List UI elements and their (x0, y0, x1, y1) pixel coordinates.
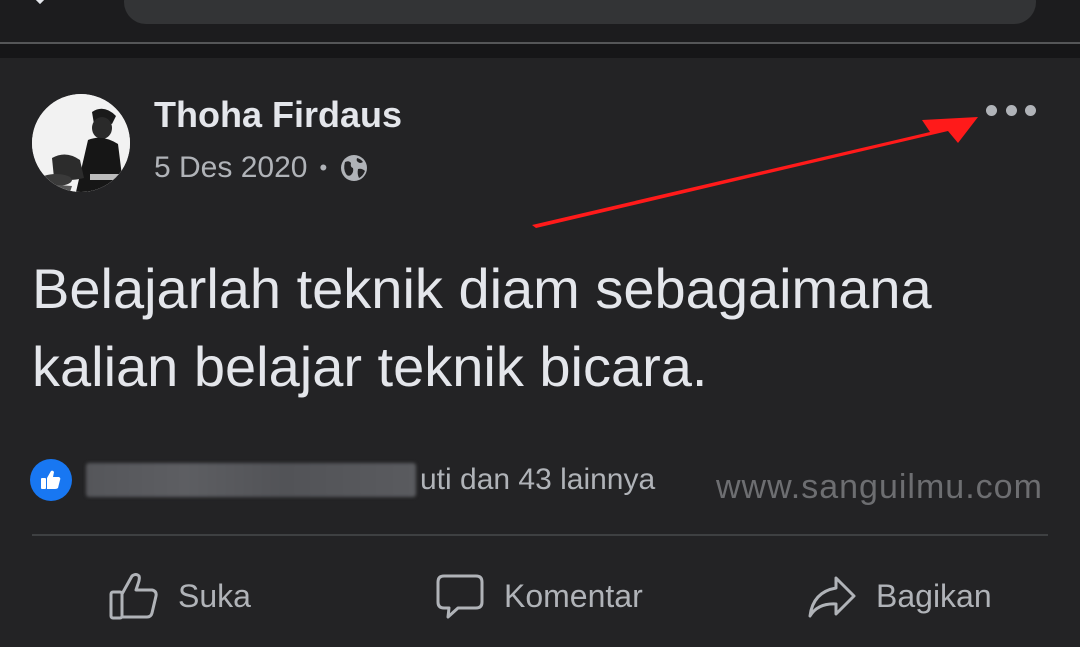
like-icon (41, 470, 61, 489)
share-icon (808, 576, 856, 618)
dot-icon (986, 104, 997, 116)
globe-icon (341, 155, 368, 181)
reaction-count-text: uti dan 43 lainnya (420, 463, 656, 496)
dot-icon (1005, 104, 1017, 116)
comment-label: Komentar (504, 577, 643, 614)
actions-divider (32, 534, 1048, 536)
avatar[interactable] (32, 94, 130, 192)
share-button[interactable]: Bagikan (806, 558, 992, 634)
meta-separator: • (319, 155, 328, 180)
feed-gap (0, 44, 1080, 58)
post-meta: 5 Des 2020 • (154, 148, 369, 188)
comment-icon (436, 574, 484, 619)
search-input[interactable] (124, 0, 1036, 24)
thumbs-up-icon (109, 573, 158, 620)
post-text-line: Belajarlah teknik diam sebagaimana (32, 257, 932, 320)
top-bar (0, 0, 1080, 44)
like-badge (30, 459, 72, 501)
author-name[interactable]: Thoha Firdaus (154, 94, 402, 136)
avatar-photo-icon (32, 94, 130, 192)
share-label: Bagikan (876, 577, 992, 614)
comment-button[interactable]: Komentar (434, 558, 643, 634)
post-card: Thoha Firdaus 5 Des 2020 • Belajarlah te… (0, 58, 1080, 647)
like-label: Suka (178, 577, 251, 614)
back-arrow-icon[interactable] (30, 0, 50, 4)
blurred-names (86, 463, 416, 497)
dot-icon (1025, 104, 1036, 116)
more-options-button[interactable] (986, 98, 1036, 122)
post-date[interactable]: 5 Des 2020 (154, 151, 307, 185)
reaction-summary[interactable]: uti dan 43 lainnya (30, 458, 655, 502)
post-text-line: kalian belajar teknik bicara. (32, 335, 708, 398)
like-button[interactable]: Suka (108, 558, 251, 634)
watermark: www.sanguilmu.com (716, 468, 1043, 506)
action-bar: Suka Komentar Bagikan (0, 558, 1080, 634)
post-text: Belajarlah teknik diam sebagaimana kalia… (32, 250, 1042, 406)
